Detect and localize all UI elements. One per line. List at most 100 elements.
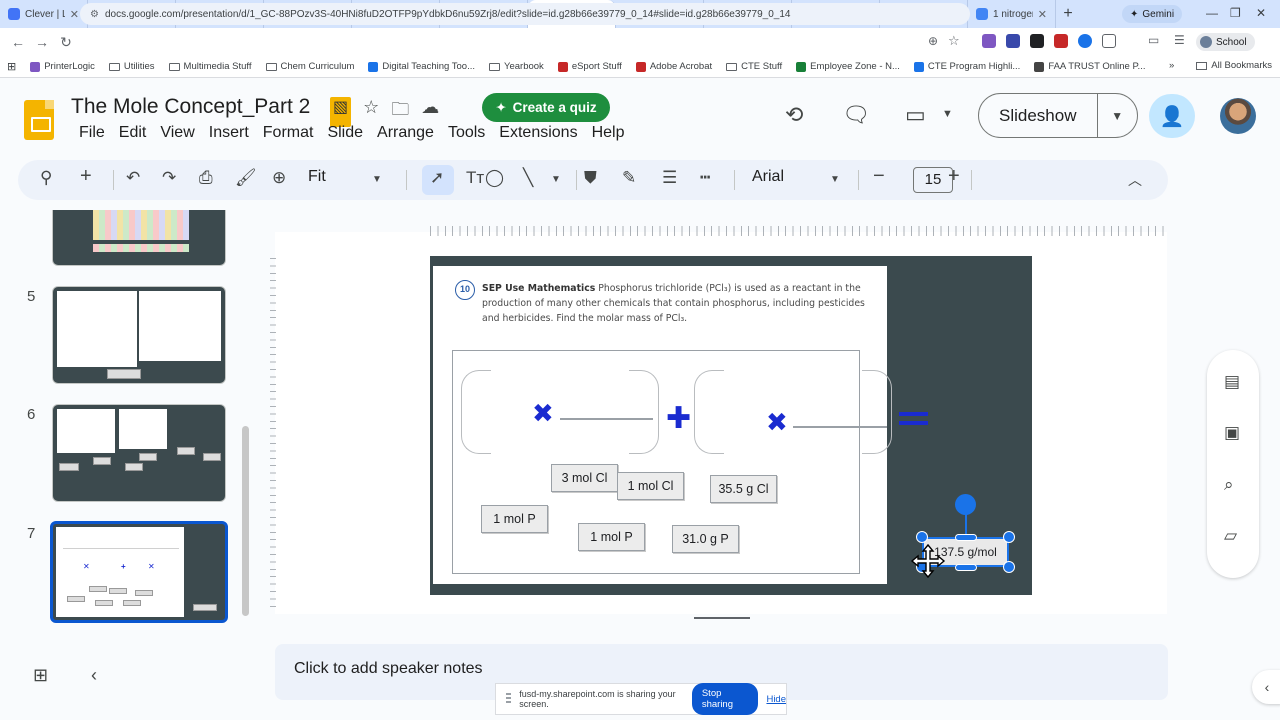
- menu-edit[interactable]: Edit: [112, 124, 154, 142]
- bookmark-item[interactable]: FAA TRUST Online P...: [1027, 61, 1152, 72]
- font-size-input[interactable]: 15: [913, 167, 953, 193]
- browser-tab[interactable]: 1 nitrogen ✕: [968, 0, 1056, 28]
- slide-thumbnail[interactable]: [52, 210, 226, 266]
- extension-icon[interactable]: [1006, 34, 1020, 48]
- border-color-icon[interactable]: ✎: [622, 168, 636, 188]
- new-tab-icon[interactable]: +: [1056, 5, 1080, 23]
- line-icon[interactable]: ╲: [523, 168, 533, 188]
- browser-tab[interactable]: Clever | Log ✕: [0, 0, 88, 28]
- profile-button[interactable]: School: [1196, 33, 1255, 51]
- tile-31-0-g-p[interactable]: 31.0 g P: [672, 525, 739, 553]
- bookmark-item[interactable]: CTE Stuff: [719, 61, 789, 72]
- chevron-down-icon[interactable]: ▼: [942, 108, 953, 120]
- chevron-down-icon[interactable]: ▼: [372, 174, 382, 185]
- tile-1-mol-p[interactable]: 1 mol P: [481, 505, 548, 533]
- bookmark-star-icon[interactable]: ☆: [948, 33, 960, 49]
- extension-icon[interactable]: [982, 34, 996, 48]
- all-bookmarks-button[interactable]: » All Bookmarks: [1169, 60, 1272, 71]
- url-input[interactable]: ⚙ docs.google.com/presentation/d/1_GC-88…: [80, 3, 970, 25]
- bookmark-item[interactable]: Digital Teaching Too...: [361, 61, 482, 72]
- close-window-icon[interactable]: ✕: [1256, 6, 1266, 20]
- site-info-icon[interactable]: ⚙: [90, 9, 99, 20]
- tile-1-mol-cl[interactable]: 1 mol Cl: [617, 472, 684, 500]
- filmstrip-scrollbar[interactable]: [242, 426, 249, 616]
- resize-handle[interactable]: [916, 531, 928, 543]
- menu-file[interactable]: File: [72, 124, 112, 142]
- cloud-status-icon[interactable]: ☁: [421, 97, 439, 127]
- collapse-filmstrip-icon[interactable]: ‹: [91, 665, 97, 686]
- tile-3-mol-cl[interactable]: 3 mol Cl: [551, 464, 618, 492]
- extensions-puzzle-icon[interactable]: [1102, 34, 1116, 48]
- extension-icon[interactable]: [1054, 34, 1068, 48]
- share-button[interactable]: 👤: [1149, 94, 1195, 138]
- canvas-scroll-indicator[interactable]: [694, 617, 750, 619]
- folder-icon[interactable]: ▱: [1224, 526, 1237, 546]
- cast-icon[interactable]: ▭: [1148, 33, 1159, 47]
- account-avatar[interactable]: [1220, 98, 1256, 134]
- resize-handle[interactable]: [1003, 561, 1015, 573]
- resize-handle[interactable]: [955, 534, 977, 541]
- select-cursor-icon[interactable]: ➚: [430, 168, 444, 188]
- grid-view-icon[interactable]: ⊞: [33, 665, 48, 686]
- tab-close-icon[interactable]: ✕: [1038, 8, 1047, 21]
- bookmark-item[interactable]: Employee Zone - N...: [789, 61, 907, 72]
- slideshow-button[interactable]: Slideshow ▼: [978, 93, 1138, 138]
- paint-format-icon[interactable]: 🖌: [235, 168, 257, 188]
- tile-35-5-g-cl[interactable]: 35.5 g Cl: [710, 475, 777, 503]
- restore-icon[interactable]: ❐: [1230, 6, 1241, 20]
- create-quiz-button[interactable]: ✦ Create a quiz: [482, 93, 610, 122]
- menu-view[interactable]: View: [153, 124, 201, 142]
- themes-icon[interactable]: ▣: [1224, 423, 1240, 443]
- print-icon[interactable]: ⎙: [199, 168, 213, 188]
- menu-tools[interactable]: Tools: [441, 124, 492, 142]
- collapse-toolbar-icon[interactable]: ︿: [1128, 170, 1142, 190]
- apps-grid-icon[interactable]: ⊞: [0, 60, 23, 73]
- border-dash-icon[interactable]: ┅: [700, 168, 710, 188]
- menu-slide[interactable]: Slide: [320, 124, 370, 142]
- chevron-down-icon[interactable]: ▼: [830, 174, 840, 185]
- zoom-icon[interactable]: ⊕: [928, 34, 938, 48]
- document-title[interactable]: The Mole Concept_Part 2: [71, 95, 310, 119]
- slideshow-dropdown-icon[interactable]: ▼: [1098, 109, 1138, 123]
- extension-icon[interactable]: [1078, 34, 1092, 48]
- bookmark-item[interactable]: eSport Stuff: [551, 61, 629, 72]
- extension-icon[interactable]: [1030, 34, 1044, 48]
- reading-list-icon[interactable]: ☰: [1174, 33, 1185, 47]
- resize-handle[interactable]: [955, 564, 977, 571]
- shape-icon[interactable]: ◯: [485, 168, 504, 188]
- expand-panel-icon[interactable]: ‹: [1252, 670, 1280, 704]
- gemini-button[interactable]: ✦ Gemini: [1122, 5, 1183, 23]
- menu-help[interactable]: Help: [585, 124, 632, 142]
- meet-camera-icon[interactable]: ▭: [905, 102, 926, 128]
- stop-sharing-button[interactable]: Stop sharing: [691, 683, 759, 715]
- menu-insert[interactable]: Insert: [202, 124, 256, 142]
- bookmark-item[interactable]: CTE Program Highli...: [907, 61, 1027, 72]
- zoom-select[interactable]: Fit: [308, 168, 326, 186]
- resize-handle[interactable]: [1003, 531, 1015, 543]
- decrease-font-size-icon[interactable]: −: [873, 165, 885, 188]
- bookmark-item[interactable]: Yearbook: [482, 61, 551, 72]
- undo-icon[interactable]: ↶: [126, 168, 140, 188]
- slide-thumbnail-selected[interactable]: ✕ + ✕: [50, 521, 228, 623]
- menu-format[interactable]: Format: [256, 124, 321, 142]
- slide-thumbnail[interactable]: [52, 404, 226, 502]
- slides-format-icon[interactable]: ▧: [330, 97, 352, 127]
- slide-thumbnail[interactable]: [52, 286, 226, 384]
- comments-icon[interactable]: 🗨: [842, 102, 870, 128]
- slides-logo[interactable]: [24, 100, 54, 140]
- forward-icon[interactable]: →: [30, 34, 54, 50]
- tile-1-mol-p[interactable]: 1 mol P: [578, 523, 645, 551]
- redo-icon[interactable]: ↷: [162, 168, 176, 188]
- bookmark-item[interactable]: Adobe Acrobat: [629, 61, 719, 72]
- chevron-down-icon[interactable]: ▼: [551, 174, 561, 185]
- drag-grip-icon[interactable]: [506, 693, 512, 705]
- fill-color-icon[interactable]: ⛊: [584, 168, 597, 188]
- rotate-handle[interactable]: [955, 494, 976, 515]
- reload-icon[interactable]: ↻: [54, 34, 78, 51]
- star-icon[interactable]: ☆: [363, 97, 379, 127]
- speaker-notes-panel-icon[interactable]: ▤: [1224, 372, 1240, 392]
- increase-font-size-icon[interactable]: +: [948, 165, 960, 188]
- slideshow-label[interactable]: Slideshow: [979, 93, 1098, 138]
- menu-arrange[interactable]: Arrange: [370, 124, 441, 142]
- new-slide-icon[interactable]: +: [80, 165, 92, 188]
